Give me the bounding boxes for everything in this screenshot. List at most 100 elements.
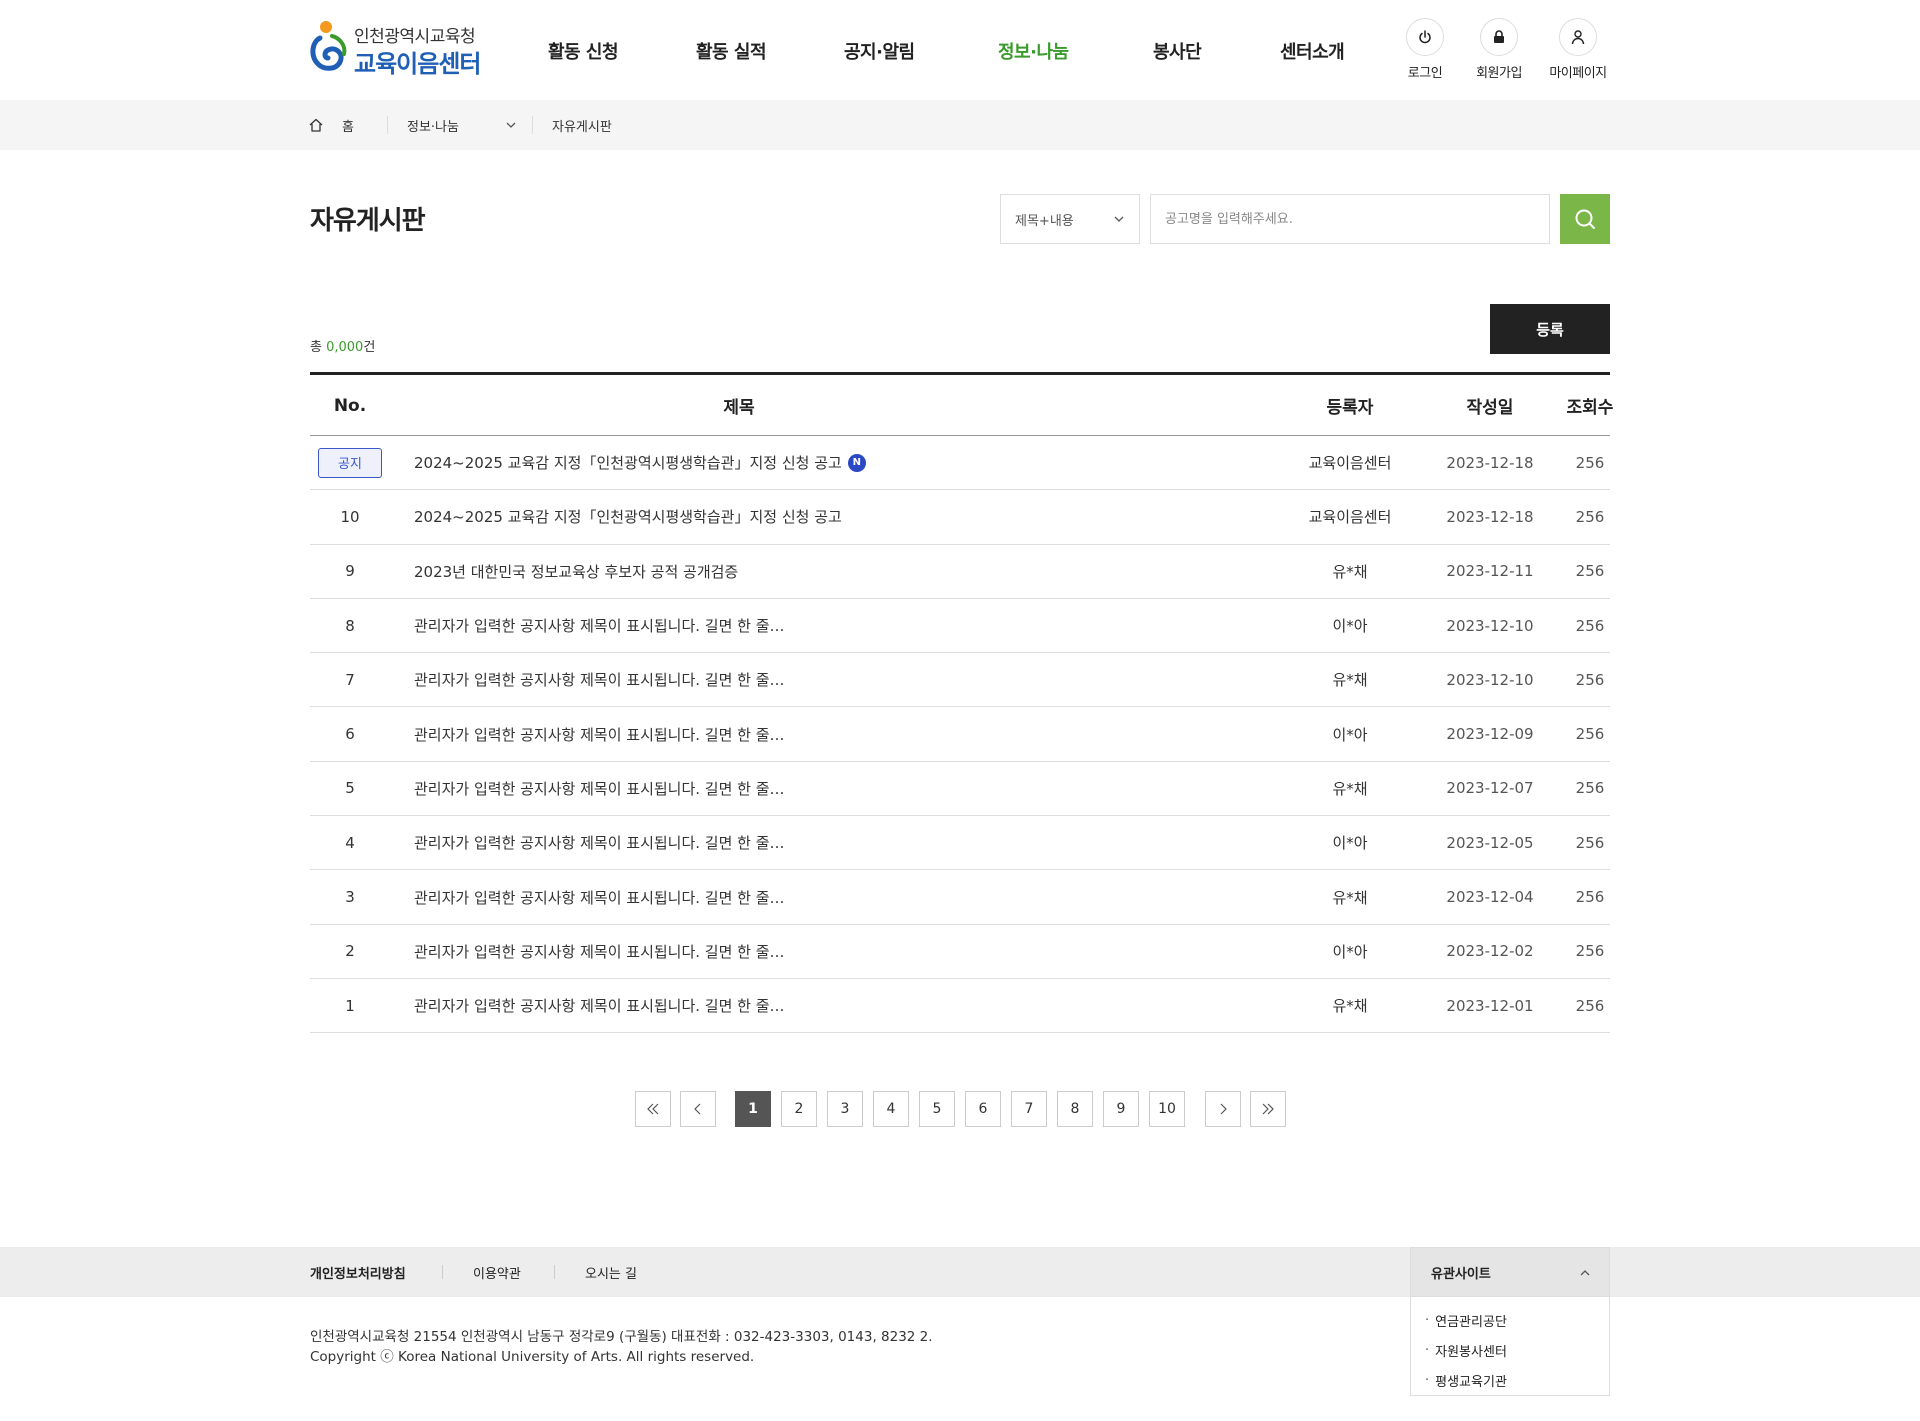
login-button[interactable]: 로그인 — [1385, 18, 1465, 81]
row-title[interactable]: 관리자가 입력한 공지사항 제목이 표시됩니다. 길면 한 줄… — [414, 707, 1274, 760]
row-title-text[interactable]: 관리자가 입력한 공지사항 제목이 표시됩니다. 길면 한 줄… — [414, 887, 785, 908]
family-site-item[interactable]: 평생교육기관 — [1425, 1365, 1609, 1395]
family-site-item[interactable]: 연금관리공단 — [1425, 1305, 1609, 1335]
row-title-text[interactable]: 관리자가 입력한 공지사항 제목이 표시됩니다. 길면 한 줄… — [414, 669, 785, 690]
row-title-text[interactable]: 2023년 대한민국 정보교육상 후보자 공적 공개검증 — [414, 561, 738, 582]
mypage-button[interactable]: 마이페이지 — [1538, 18, 1618, 81]
row-title[interactable]: 관리자가 입력한 공지사항 제목이 표시됩니다. 길면 한 줄… — [414, 979, 1274, 1032]
footer-copyright: Copyright ⓒ Korea National University of… — [310, 1349, 755, 1365]
row-no: 8 — [345, 616, 355, 635]
row-title-text[interactable]: 2024~2025 교육감 지정「인천광역시평생학습관」지정 신청 공고 — [414, 506, 842, 527]
pagination: 1 2 3 4 5 6 7 8 9 10 — [0, 1091, 1920, 1127]
row-date: 2023-12-09 — [1446, 725, 1534, 744]
row-title-text[interactable]: 관리자가 입력한 공지사항 제목이 표시됩니다. 길면 한 줄… — [414, 724, 785, 745]
family-site-title: 유관사이트 — [1431, 1266, 1491, 1282]
row-title-text[interactable]: 관리자가 입력한 공지사항 제목이 표시됩니다. 길면 한 줄… — [414, 832, 785, 853]
page-button-6[interactable]: 6 — [965, 1091, 1001, 1127]
footer-address: 인천광역시교육청 21554 인천광역시 남동구 정각로9 (구월동) 대표전화… — [310, 1329, 933, 1345]
row-writer: 이*아 — [1332, 834, 1368, 853]
chevron-right-icon — [1220, 1103, 1227, 1115]
search-type-select[interactable]: 제목+내용 — [1000, 194, 1140, 244]
directions-link[interactable]: 오시는 길 — [585, 1247, 637, 1297]
nav-activity-apply[interactable]: 활동 신청 — [548, 38, 619, 64]
first-page-button[interactable] — [635, 1091, 671, 1127]
row-title[interactable]: 2023년 대한민국 정보교육상 후보자 공적 공개검증 — [414, 545, 1274, 598]
signup-label: 회원가입 — [1476, 66, 1522, 81]
table-row[interactable]: 공지 2024~2025 교육감 지정「인천광역시평생학습관」지정 신청 공고 N 교… — [310, 436, 1610, 491]
prev-page-button[interactable] — [680, 1091, 716, 1127]
chevron-up-icon — [1580, 1270, 1590, 1276]
breadcrumb-current: 자유게시판 — [552, 119, 612, 135]
row-no: 1 — [345, 996, 355, 1015]
row-date: 2023-12-18 — [1446, 453, 1534, 472]
table-row[interactable]: 8 관리자가 입력한 공지사항 제목이 표시됩니다. 길면 한 줄… 이*아 2023… — [310, 599, 1610, 654]
chevron-left-icon — [694, 1103, 701, 1115]
page-button-7[interactable]: 7 — [1011, 1091, 1047, 1127]
family-site-toggle[interactable]: 유관사이트 — [1410, 1247, 1610, 1297]
row-date: 2023-12-02 — [1446, 942, 1534, 961]
privacy-policy-link[interactable]: 개인정보처리방침 — [310, 1247, 406, 1297]
row-writer: 이*아 — [1332, 725, 1368, 744]
table-row[interactable]: 7 관리자가 입력한 공지사항 제목이 표시됩니다. 길면 한 줄… 유*채 2023… — [310, 653, 1610, 708]
page-button-9[interactable]: 9 — [1103, 1091, 1139, 1127]
table-row[interactable]: 6 관리자가 입력한 공지사항 제목이 표시됩니다. 길면 한 줄… 이*아 2023… — [310, 707, 1610, 762]
page-button-1[interactable]: 1 — [735, 1091, 771, 1127]
search-input[interactable] — [1150, 194, 1550, 244]
nav-volunteer[interactable]: 봉사단 — [1153, 38, 1202, 64]
table-row[interactable]: 2 관리자가 입력한 공지사항 제목이 표시됩니다. 길면 한 줄… 이*아 2023… — [310, 925, 1610, 979]
row-title[interactable]: 관리자가 입력한 공지사항 제목이 표시됩니다. 길면 한 줄… — [414, 816, 1274, 869]
page-button-10[interactable]: 10 — [1149, 1091, 1185, 1127]
mypage-label: 마이페이지 — [1549, 66, 1607, 81]
row-no: 3 — [345, 888, 355, 907]
nav-activity-record[interactable]: 활동 실적 — [696, 38, 767, 64]
row-title-text[interactable]: 관리자가 입력한 공지사항 제목이 표시됩니다. 길면 한 줄… — [414, 995, 785, 1016]
terms-link[interactable]: 이용약관 — [473, 1247, 521, 1297]
last-page-button[interactable] — [1250, 1091, 1286, 1127]
row-title[interactable]: 관리자가 입력한 공지사항 제목이 표시됩니다. 길면 한 줄… — [414, 653, 1274, 706]
table-row[interactable]: 4 관리자가 입력한 공지사항 제목이 표시됩니다. 길면 한 줄… 이*아 2023… — [310, 816, 1610, 871]
row-title[interactable]: 관리자가 입력한 공지사항 제목이 표시됩니다. 길면 한 줄… — [414, 925, 1274, 978]
row-title-text[interactable]: 2024~2025 교육감 지정「인천광역시평생학습관」지정 신청 공고 — [414, 452, 842, 473]
row-title[interactable]: 관리자가 입력한 공지사항 제목이 표시됩니다. 길면 한 줄… — [414, 870, 1274, 923]
breadcrumb-divider — [387, 116, 388, 134]
row-title-text[interactable]: 관리자가 입력한 공지사항 제목이 표시됩니다. 길면 한 줄… — [414, 941, 785, 962]
row-views: 256 — [1575, 725, 1605, 744]
table-row[interactable]: 1 관리자가 입력한 공지사항 제목이 표시됩니다. 길면 한 줄… 유*채 2023… — [310, 979, 1610, 1034]
header: 인천광역시교육청 교육이음센터 활동 신청 활동 실적 공지·알림 정보·나눔 … — [0, 0, 1920, 100]
table-row[interactable]: 10 2024~2025 교육감 지정「인천광역시평생학습관」지정 신청 공고 교육… — [310, 490, 1610, 545]
breadcrumb-home[interactable]: 홈 — [308, 100, 354, 150]
page-button-8[interactable]: 8 — [1057, 1091, 1093, 1127]
row-title[interactable]: 관리자가 입력한 공지사항 제목이 표시됩니다. 길면 한 줄… — [414, 599, 1274, 652]
page-button-4[interactable]: 4 — [873, 1091, 909, 1127]
row-title[interactable]: 2024~2025 교육감 지정「인천광역시평생학습관」지정 신청 공고 N — [414, 436, 1274, 489]
next-page-button[interactable] — [1205, 1091, 1241, 1127]
row-title-text[interactable]: 관리자가 입력한 공지사항 제목이 표시됩니다. 길면 한 줄… — [414, 615, 785, 636]
register-button[interactable]: 등록 — [1490, 304, 1610, 354]
page-button-5[interactable]: 5 — [919, 1091, 955, 1127]
user-icon — [1559, 18, 1597, 56]
col-date: 작성일 — [1466, 398, 1514, 418]
breadcrumb-section-dropdown[interactable]: 정보·나눔 — [407, 100, 517, 150]
table-row[interactable]: 5 관리자가 입력한 공지사항 제목이 표시됩니다. 길면 한 줄… 유*채 2023… — [310, 762, 1610, 817]
signup-button[interactable]: 회원가입 — [1459, 18, 1539, 81]
logo[interactable]: 인천광역시교육청 교육이음센터 — [310, 20, 490, 78]
nav-center-intro[interactable]: 센터소개 — [1280, 38, 1345, 64]
page-button-2[interactable]: 2 — [781, 1091, 817, 1127]
family-site-item[interactable]: 자원봉사센터 — [1425, 1335, 1609, 1365]
nav-notice[interactable]: 공지·알림 — [844, 38, 915, 64]
row-title-text[interactable]: 관리자가 입력한 공지사항 제목이 표시됩니다. 길면 한 줄… — [414, 778, 785, 799]
row-views: 256 — [1575, 996, 1605, 1015]
table-row[interactable]: 3 관리자가 입력한 공지사항 제목이 표시됩니다. 길면 한 줄… 유*채 2023… — [310, 870, 1610, 925]
logo-title: 교육이음센터 — [354, 50, 481, 78]
row-writer: 이*아 — [1332, 617, 1368, 636]
total-prefix: 총 — [310, 340, 327, 355]
row-title[interactable]: 2024~2025 교육감 지정「인천광역시평생학습관」지정 신청 공고 — [414, 490, 1274, 543]
row-no: 9 — [345, 562, 355, 581]
table-row[interactable]: 9 2023년 대한민국 정보교육상 후보자 공적 공개검증 유*채 2023-12-… — [310, 545, 1610, 599]
search-button[interactable] — [1560, 194, 1610, 244]
footer-divider — [554, 1265, 555, 1279]
row-title[interactable]: 관리자가 입력한 공지사항 제목이 표시됩니다. 길면 한 줄… — [414, 762, 1274, 815]
page-button-3[interactable]: 3 — [827, 1091, 863, 1127]
nav-info-share[interactable]: 정보·나눔 — [998, 38, 1069, 64]
chevron-down-icon — [506, 122, 516, 128]
